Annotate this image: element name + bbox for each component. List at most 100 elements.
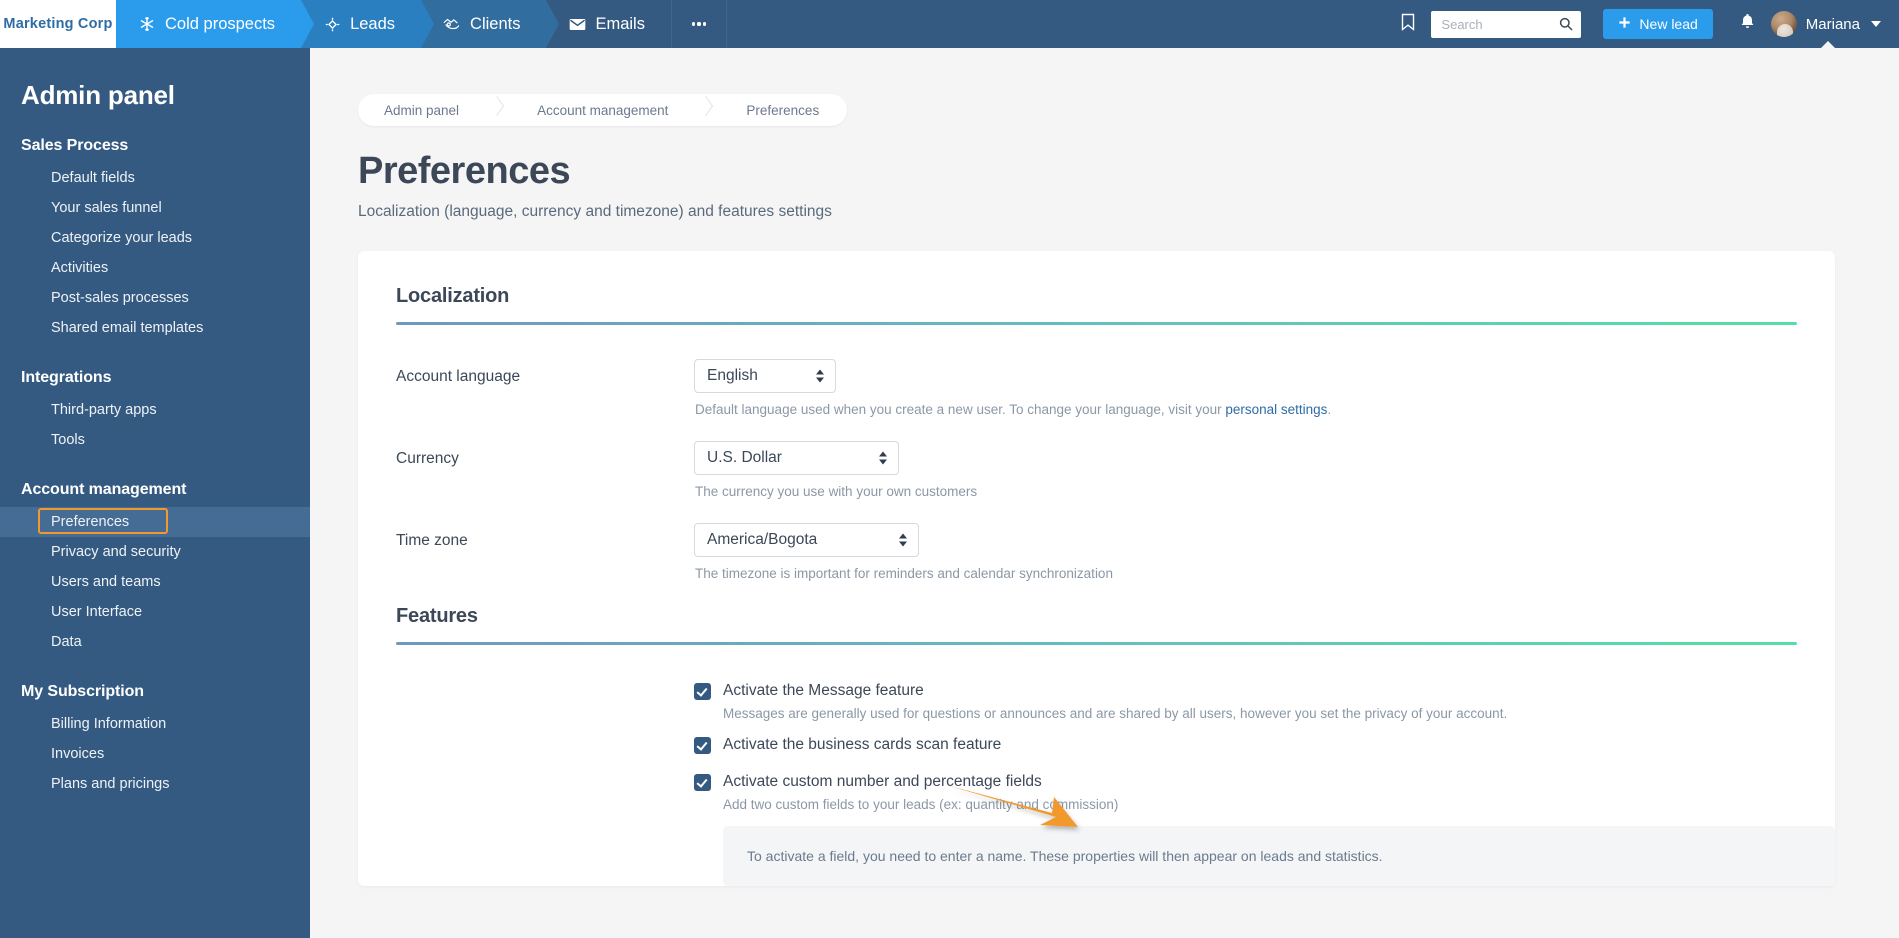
breadcrumb-label: Admin panel bbox=[384, 102, 460, 118]
currency-helper: The currency you use with your own custo… bbox=[695, 484, 978, 499]
helper-text: Default language used when you create a … bbox=[695, 402, 1226, 417]
bookmark-icon bbox=[1401, 13, 1415, 36]
nav-tab-leads[interactable]: Leads bbox=[301, 0, 435, 48]
topbar-actions: New lead Mariana bbox=[1385, 0, 1899, 49]
sidebar-item-your-sales-funnel[interactable]: Your sales funnel bbox=[0, 193, 310, 223]
search-box[interactable] bbox=[1431, 10, 1582, 38]
select-spinner-icon bbox=[816, 369, 824, 383]
sidebar-item-default-fields[interactable]: Default fields bbox=[0, 163, 310, 193]
breadcrumb-label: Account management bbox=[537, 102, 669, 118]
sidebar-group-title: My Subscription bbox=[21, 683, 144, 700]
nav-more-menu-button[interactable] bbox=[670, 0, 727, 48]
tab-chevron-icon bbox=[421, 0, 435, 48]
currency-value: U.S. Dollar bbox=[707, 449, 782, 466]
sidebar-item-plans-and-pricings[interactable]: Plans and pricings bbox=[0, 769, 310, 799]
personal-settings-link[interactable]: personal settings bbox=[1225, 402, 1327, 417]
time-zone-select[interactable]: America/Bogota bbox=[694, 523, 919, 557]
page-subtitle: Localization (language, currency and tim… bbox=[358, 203, 832, 220]
account-language-value: English bbox=[707, 367, 758, 384]
account-language-helper: Default language used when you create a … bbox=[695, 402, 1797, 417]
brand-logo[interactable]: Marketing Corp bbox=[0, 0, 116, 48]
sidebar-item-third-party-apps[interactable]: Third-party apps bbox=[0, 395, 310, 425]
sidebar-item-label: Activities bbox=[51, 260, 109, 276]
sidebar-item-activities[interactable]: Activities bbox=[0, 253, 310, 283]
breadcrumb-item-admin-panel[interactable]: Admin panel bbox=[358, 94, 489, 126]
feature-row-custom-fields: Activate custom number and percentage fi… bbox=[694, 772, 1797, 792]
sidebar-title: Admin panel bbox=[21, 80, 175, 110]
breadcrumb-item-preferences: Preferences bbox=[716, 94, 847, 126]
localization-section-heading: Localization bbox=[396, 285, 510, 307]
custom-number-percentage-checkbox[interactable] bbox=[694, 774, 711, 791]
bookmark-button[interactable] bbox=[1385, 0, 1431, 48]
notifications-button[interactable] bbox=[1731, 0, 1765, 48]
sidebar-group-integrations: Integrations Third-party apps Tools bbox=[0, 369, 310, 455]
breadcrumb-separator-icon bbox=[698, 94, 716, 126]
sidebar-item-tools[interactable]: Tools bbox=[0, 425, 310, 455]
target-diamond-icon bbox=[323, 15, 341, 33]
section-divider bbox=[396, 322, 1797, 325]
sidebar-group-sales-process: Sales Process Default fields Your sales … bbox=[0, 137, 310, 343]
helper-text-end: . bbox=[1327, 402, 1332, 417]
field-label: Currency bbox=[396, 450, 459, 467]
account-language-select[interactable]: English bbox=[694, 359, 836, 393]
search-icon bbox=[1559, 17, 1573, 36]
preferences-card: Localization Account language English De… bbox=[358, 251, 1835, 886]
user-menu[interactable]: Mariana bbox=[1770, 0, 1885, 49]
user-name: Mariana bbox=[1805, 15, 1860, 33]
snowflake-icon bbox=[138, 15, 156, 33]
new-lead-button[interactable]: New lead bbox=[1603, 9, 1713, 39]
feature-row-business-cards-scan: Activate the business cards scan feature bbox=[694, 735, 1797, 755]
sidebar-item-data[interactable]: Data bbox=[0, 627, 310, 657]
sidebar-item-label: Tools bbox=[51, 432, 85, 448]
nav-tab-cold-prospects[interactable]: Cold prospects bbox=[116, 0, 315, 48]
sidebar-item-categorize-your-leads[interactable]: Categorize your leads bbox=[0, 223, 310, 253]
sidebar-item-label: Third-party apps bbox=[51, 402, 157, 418]
feature-label: Activate the Message feature bbox=[723, 682, 924, 699]
sidebar-item-shared-email-templates[interactable]: Shared email templates bbox=[0, 313, 310, 343]
sidebar-item-label: Users and teams bbox=[51, 574, 161, 590]
sidebar-item-label: Data bbox=[51, 634, 82, 650]
envelope-icon bbox=[568, 15, 586, 33]
new-lead-label: New lead bbox=[1639, 16, 1698, 32]
features-section-heading: Features bbox=[396, 605, 478, 627]
sidebar-item-label: Categorize your leads bbox=[51, 230, 193, 246]
avatar bbox=[1770, 11, 1797, 37]
sidebar-item-privacy-and-security[interactable]: Privacy and security bbox=[0, 537, 310, 567]
message-feature-checkbox[interactable] bbox=[694, 683, 711, 700]
sidebar-item-user-interface[interactable]: User Interface bbox=[0, 597, 310, 627]
nav-tab-emails[interactable]: Emails bbox=[546, 0, 671, 48]
sidebar-item-label: Billing Information bbox=[51, 716, 167, 732]
breadcrumb: Admin panel Account management Preferenc… bbox=[358, 94, 848, 126]
field-row-currency: Currency U.S. Dollar The currency you us… bbox=[396, 441, 1797, 519]
custom-fields-info-box: To activate a field, you need to enter a… bbox=[723, 826, 1835, 886]
sidebar-item-users-and-teams[interactable]: Users and teams bbox=[0, 567, 310, 597]
breadcrumb-item-account-management[interactable]: Account management bbox=[507, 94, 698, 126]
sidebar-item-billing-information[interactable]: Billing Information bbox=[0, 709, 310, 739]
sidebar-item-label: Privacy and security bbox=[51, 544, 181, 560]
sidebar-item-label: Shared email templates bbox=[51, 320, 204, 336]
business-cards-scan-checkbox[interactable] bbox=[694, 737, 711, 754]
sidebar-item-label: Preferences bbox=[51, 514, 130, 530]
breadcrumb-separator-icon bbox=[489, 94, 507, 126]
field-label: Account language bbox=[396, 368, 521, 385]
chevron-down-icon bbox=[1871, 21, 1881, 27]
feature-row-message: Activate the Message feature bbox=[694, 681, 1797, 701]
select-spinner-icon bbox=[899, 533, 907, 547]
handshake-icon bbox=[443, 15, 461, 33]
time-zone-helper: The timezone is important for reminders … bbox=[695, 566, 1113, 581]
nav-tab-clients[interactable]: Clients bbox=[421, 0, 560, 48]
tab-chevron-icon bbox=[301, 0, 315, 48]
sidebar-group-title: Sales Process bbox=[21, 137, 129, 154]
bell-icon bbox=[1740, 13, 1755, 35]
sidebar-item-post-sales-processes[interactable]: Post-sales processes bbox=[0, 283, 310, 313]
features-list: Activate the Message feature Messages ar… bbox=[694, 679, 1835, 886]
sidebar-item-label: Your sales funnel bbox=[51, 200, 162, 216]
sidebar-group-title: Account management bbox=[21, 481, 187, 498]
field-row-time-zone: Time zone America/Bogota The timezone is… bbox=[396, 523, 1797, 601]
currency-select[interactable]: U.S. Dollar bbox=[694, 441, 899, 475]
admin-sidebar: Admin panel Sales Process Default fields… bbox=[0, 48, 310, 938]
sidebar-item-label: Post-sales processes bbox=[51, 290, 189, 306]
sidebar-item-preferences[interactable]: Preferences bbox=[0, 507, 310, 537]
sidebar-item-invoices[interactable]: Invoices bbox=[0, 739, 310, 769]
page-title: Preferences bbox=[358, 150, 571, 192]
